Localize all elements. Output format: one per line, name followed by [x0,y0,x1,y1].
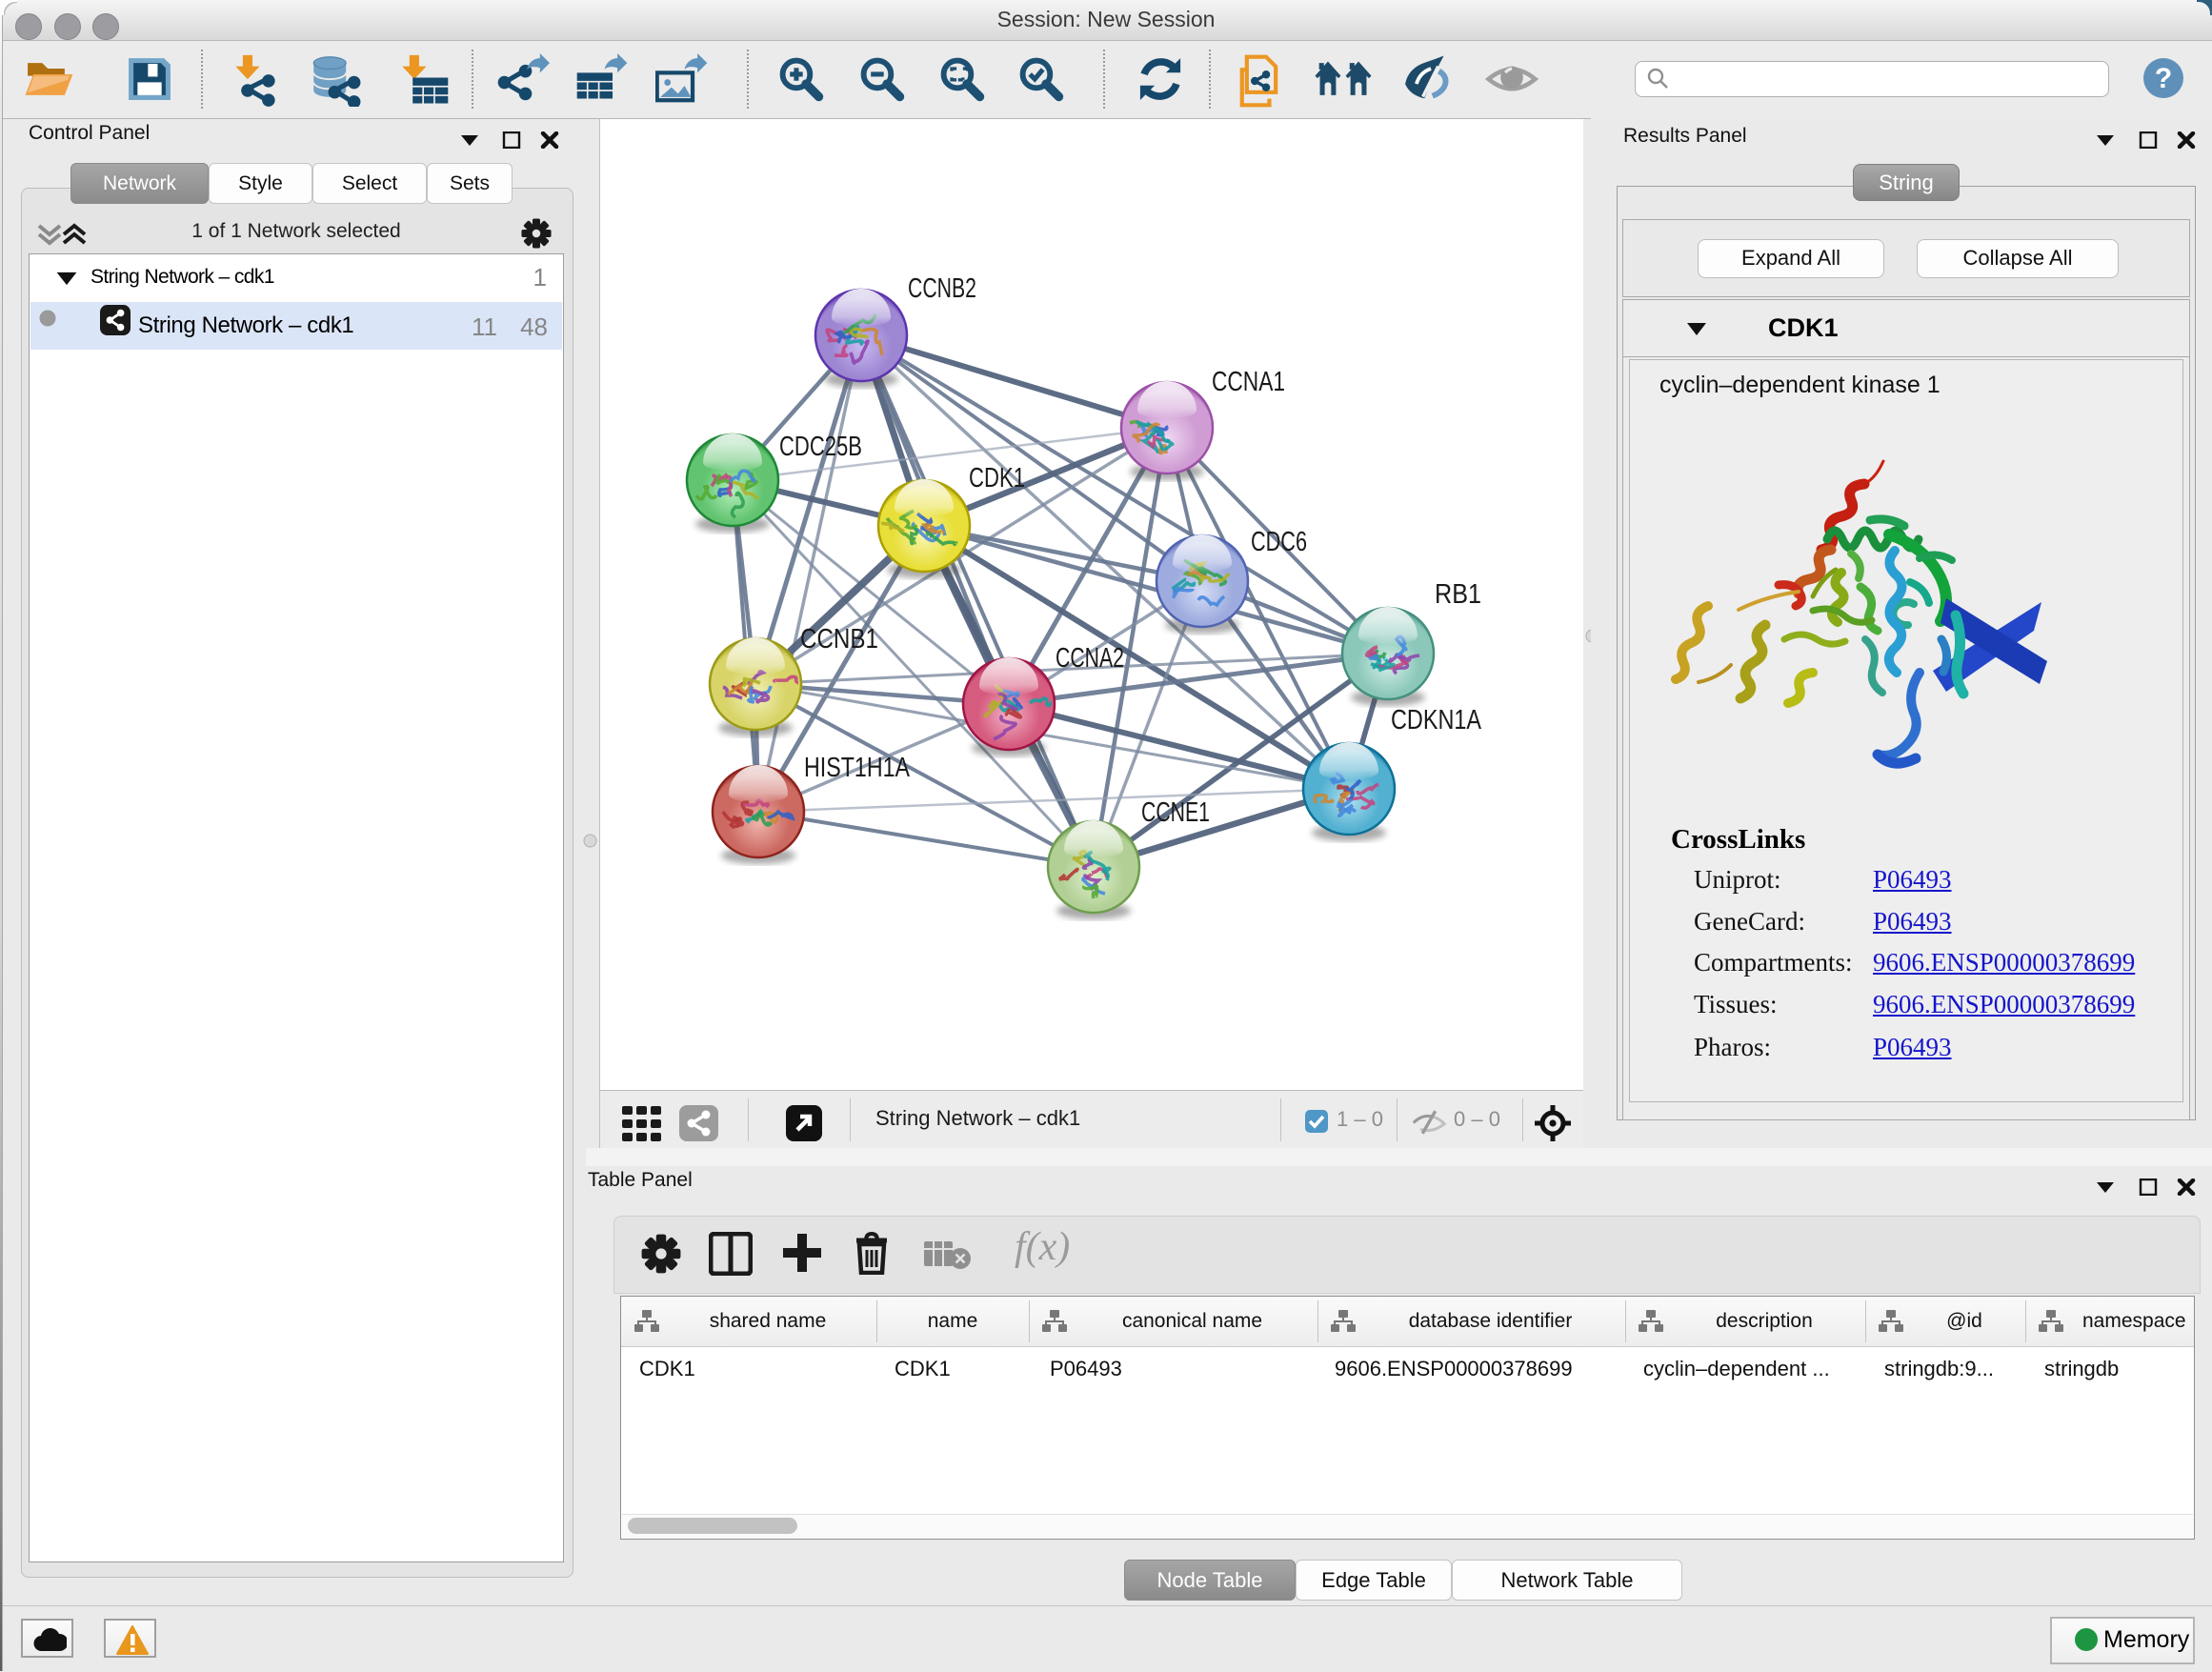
svg-text:CDKN1A: CDKN1A [1391,705,1482,735]
svg-text:CDK1: CDK1 [969,463,1025,494]
svg-text:?: ? [2155,63,2172,94]
svg-text:CCNA2: CCNA2 [1056,643,1124,674]
svg-text:CCNA1: CCNA1 [1212,367,1285,397]
svg-text:CCNB1: CCNB1 [800,624,878,655]
svg-text:CCNB2: CCNB2 [908,273,976,304]
svg-text:HIST1H1A: HIST1H1A [804,753,911,783]
svg-text:RB1: RB1 [1435,579,1481,610]
svg-text:CDC6: CDC6 [1251,527,1307,557]
svg-text:CCNE1: CCNE1 [1141,797,1210,828]
svg-text:CDC25B: CDC25B [779,432,862,462]
